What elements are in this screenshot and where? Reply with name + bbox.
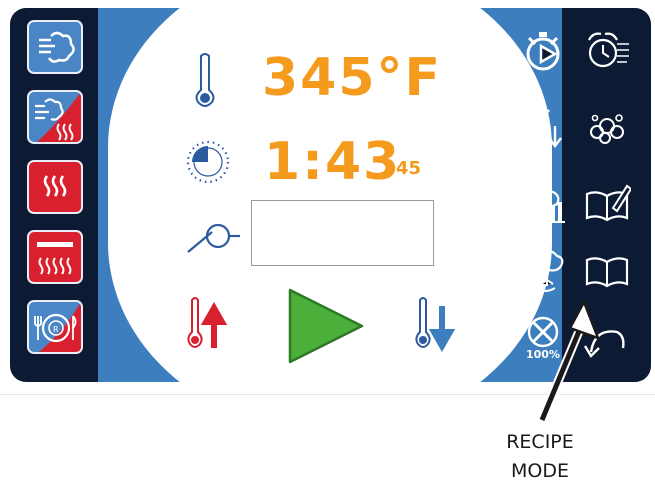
caption-line-1: RECIPE bbox=[506, 431, 574, 453]
time-readout[interactable]: 1:43 bbox=[264, 136, 401, 188]
recipe-book-icon[interactable] bbox=[583, 246, 631, 294]
time-seconds: 45 bbox=[396, 158, 422, 179]
alarm-clock-icon[interactable] bbox=[583, 26, 631, 74]
recipe-edit-book-icon[interactable] bbox=[583, 180, 631, 228]
combi-steam-heat-icon bbox=[35, 92, 81, 142]
chicken-chart-icon[interactable] bbox=[521, 180, 569, 228]
temp-up-button[interactable] bbox=[182, 292, 242, 356]
callout-arrow bbox=[537, 299, 601, 422]
svg-text:R: R bbox=[53, 325, 59, 334]
probe-display[interactable] bbox=[251, 200, 434, 266]
arrow-down-icon bbox=[428, 306, 456, 353]
start-button[interactable] bbox=[284, 286, 368, 366]
probe-icon[interactable] bbox=[182, 218, 242, 258]
steam-pot-icon[interactable] bbox=[521, 246, 569, 294]
temp-down-button[interactable] bbox=[410, 292, 470, 356]
thermometer-icon bbox=[195, 53, 215, 107]
steam-icon bbox=[39, 31, 75, 63]
convection-mode-button[interactable] bbox=[27, 160, 83, 214]
arrow-up-icon bbox=[200, 301, 228, 348]
retherm-mode-button[interactable] bbox=[27, 230, 83, 284]
wash-cleaning-icon[interactable] bbox=[583, 104, 631, 152]
recipe-mode-caption: RECIPE MODE bbox=[440, 428, 640, 486]
timer-dial-icon[interactable] bbox=[180, 134, 236, 190]
steam-mode-button[interactable] bbox=[27, 20, 83, 74]
convection-heat-icon bbox=[43, 175, 67, 197]
plate-retherm-icon: R bbox=[34, 302, 81, 352]
heat-element-icon bbox=[37, 242, 73, 275]
play-icon bbox=[288, 288, 364, 364]
combi-mode-button[interactable] bbox=[27, 90, 83, 144]
timer-play-icon[interactable] bbox=[521, 26, 569, 74]
mode-column: R bbox=[10, 8, 100, 382]
caption-line-2: MODE bbox=[511, 460, 569, 482]
retherm-plate-mode-button[interactable]: R bbox=[27, 300, 83, 354]
lightning-down-icon[interactable] bbox=[521, 104, 569, 152]
temperature-readout[interactable]: 345°F bbox=[262, 52, 442, 104]
